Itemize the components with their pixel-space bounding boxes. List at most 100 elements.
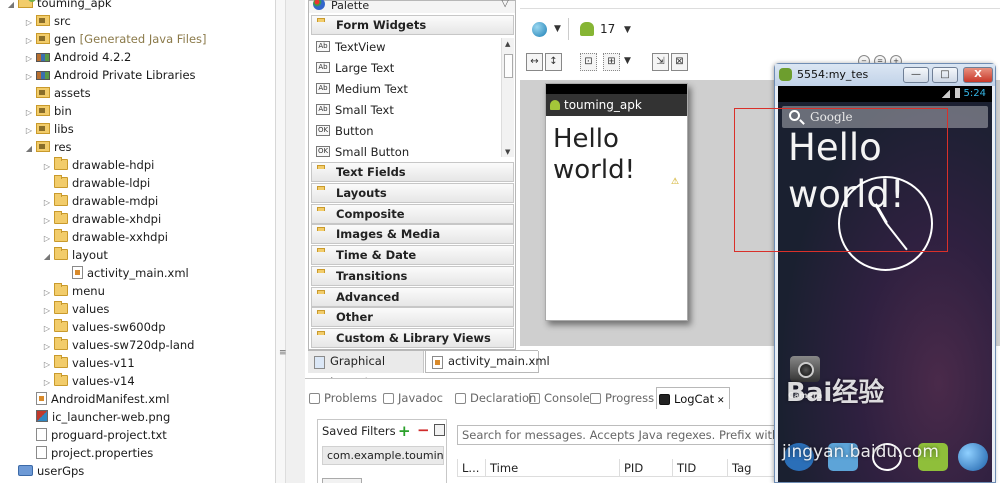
tree-item[interactable]: activity_main.xml <box>60 264 189 282</box>
scroll-thumb[interactable] <box>504 54 513 78</box>
device-preview[interactable]: touming_apk Hello world! ⚠ <box>545 83 688 321</box>
toggle-fill-height-button[interactable]: ↕ <box>545 53 562 71</box>
tree-item[interactable]: ▷ drawable-xxhdpi <box>42 228 168 246</box>
tab-xml-source[interactable]: activity_main.xml <box>425 351 550 373</box>
tree-item-label: bin <box>54 104 72 118</box>
tree-item[interactable]: ▷ drawable-xhdpi <box>42 210 161 228</box>
palette-menu-chevron-icon[interactable]: ▽ <box>501 0 509 9</box>
column-header[interactable]: Tag <box>727 459 751 477</box>
tree-item[interactable]: project.properties <box>24 444 153 462</box>
palette-category[interactable]: Layouts <box>311 182 514 203</box>
tree-item[interactable]: ▷ Android 4.2.2 <box>24 48 131 66</box>
tree-item[interactable]: ▷ values-sw600dp <box>42 318 166 336</box>
tree-item[interactable]: drawable-ldpi <box>42 174 150 192</box>
palette-category[interactable]: Composite <box>311 203 514 224</box>
tree-item[interactable]: assets <box>24 84 91 102</box>
expanded-chevron-icon[interactable]: ◢ <box>42 248 52 266</box>
add-filter-icon[interactable]: + <box>398 422 411 440</box>
locale-dropdown-icon[interactable]: ▼ <box>554 24 561 34</box>
locale-globe-icon[interactable] <box>532 22 547 37</box>
remove-filter-icon[interactable]: − <box>417 421 430 439</box>
column-header[interactable]: PID <box>619 459 643 477</box>
view-splitter[interactable]: ≡ <box>275 0 305 483</box>
scroll-down-icon[interactable]: ▼ <box>505 148 510 156</box>
palette-widget[interactable]: Ab Large Text <box>313 58 394 78</box>
filter-scrollbar[interactable] <box>322 478 362 483</box>
tree-item[interactable]: ▷ values <box>42 300 109 318</box>
tree-item[interactable]: ▷ gen [Generated Java Files] <box>24 30 207 48</box>
tree-item[interactable]: userGps <box>6 462 84 480</box>
column-header[interactable]: TID <box>672 459 696 477</box>
expanded-chevron-icon[interactable]: ◢ <box>6 0 16 14</box>
toggle-fill-width-button[interactable]: ↔ <box>526 53 543 71</box>
column-header[interactable]: L... <box>457 459 479 477</box>
view-tab-javadoc[interactable]: Javadoc <box>381 387 443 409</box>
palette-category[interactable]: Custom & Library Views <box>311 328 514 348</box>
palette-widget[interactable]: Ab TextView <box>313 37 386 57</box>
palette-widget[interactable]: Ab Medium Text <box>313 79 408 99</box>
palette-widget[interactable]: OK Small Button <box>313 142 409 162</box>
palette-category[interactable]: Images & Media <box>311 224 514 245</box>
palette-category[interactable]: Advanced <box>311 286 514 307</box>
view-tab-console[interactable]: Console <box>527 387 590 409</box>
filter-item[interactable]: com.example.touming <box>322 446 444 465</box>
palette-scrollbar[interactable]: ▲ ▼ <box>501 38 514 157</box>
view-tab-progress[interactable]: Progress <box>588 387 654 409</box>
widget-icon: OK <box>316 146 330 157</box>
tree-item[interactable]: ▷ values-v11 <box>42 354 135 372</box>
gravity-button[interactable]: ⊞ <box>603 53 620 71</box>
tree-item[interactable]: ▷ menu <box>42 282 105 300</box>
tree-item[interactable]: ◢ res <box>24 138 72 156</box>
distribute-weights-button[interactable]: ⇲ <box>652 53 669 71</box>
tree-item[interactable]: ▷ Android Private Libraries <box>24 66 196 84</box>
palette-widget[interactable]: Ab Small Text <box>313 100 394 120</box>
tree-item[interactable]: AndroidManifest.xml <box>24 390 169 408</box>
palette-category-form-widgets[interactable]: Form Widgets <box>311 15 514 35</box>
edit-filter-icon[interactable] <box>434 424 445 436</box>
preview-hello-text[interactable]: Hello world! <box>553 124 663 186</box>
api-level[interactable]: 17 <box>600 22 615 36</box>
column-header[interactable]: Time <box>485 459 518 477</box>
tree-item[interactable]: ▷ drawable-hdpi <box>42 156 154 174</box>
palette-category[interactable]: Time & Date <box>311 245 514 265</box>
palette-widget[interactable]: OK Button <box>313 121 374 141</box>
folder-icon <box>54 337 68 350</box>
tree-item[interactable]: ◢ layout <box>42 246 108 264</box>
progress-icon <box>590 393 601 404</box>
emulator-titlebar[interactable]: 5554:my_tes — □ X <box>775 64 995 86</box>
scroll-up-icon[interactable]: ▲ <box>505 40 510 48</box>
tree-item[interactable]: ▷ values-sw720dp-land <box>42 336 194 354</box>
expanded-chevron-icon[interactable]: ◢ <box>24 140 34 158</box>
tab-graphical-layout[interactable]: Graphical Layout <box>308 351 424 389</box>
margins-button[interactable]: ⊡ <box>580 53 597 71</box>
view-tab-declaration[interactable]: Declaration <box>453 387 536 409</box>
view-tab-logcat[interactable]: LogCat ✕ <box>656 387 730 409</box>
browser-icon[interactable] <box>958 443 988 471</box>
explorer-scrollbar[interactable] <box>276 0 286 483</box>
close-button[interactable]: X <box>963 67 993 83</box>
api-dropdown-icon[interactable]: ▼ <box>624 25 631 35</box>
sash-grip-icon[interactable]: ≡ <box>279 348 287 358</box>
tree-item[interactable]: ▷ src <box>24 12 71 30</box>
logcat-search-input[interactable]: Search for messages. Accepts Java regexe… <box>457 425 777 445</box>
maximize-button[interactable]: □ <box>932 67 958 83</box>
palette-category[interactable]: Other <box>311 307 514 328</box>
folder-icon <box>54 193 68 206</box>
minimize-button[interactable]: — <box>903 67 929 83</box>
palette-category[interactable]: Text Fields <box>311 162 514 182</box>
tree-item[interactable]: ▷ values-v14 <box>42 372 135 390</box>
view-tab-problems[interactable]: Problems <box>307 387 377 409</box>
gravity-dropdown-icon[interactable]: ▼ <box>624 56 631 66</box>
tree-item[interactable]: ▷ drawable-mdpi <box>42 192 158 210</box>
tree-item[interactable]: ◢ touming_apk <box>6 0 112 12</box>
android-api-icon[interactable] <box>580 22 594 36</box>
close-tab-icon[interactable]: ✕ <box>714 396 725 406</box>
warning-icon[interactable]: ⚠ <box>671 177 679 187</box>
tree-item[interactable]: ▷ libs <box>24 120 74 138</box>
tree-item[interactable]: ▷ bin <box>24 102 72 120</box>
tree-item[interactable]: proguard-project.txt <box>24 426 167 444</box>
palette-category[interactable]: Transitions <box>311 265 514 286</box>
clear-weights-button[interactable]: ⊠ <box>671 53 688 71</box>
tree-item[interactable]: ic_launcher-web.png <box>24 408 170 426</box>
tree-item-label: values-v14 <box>72 374 135 388</box>
